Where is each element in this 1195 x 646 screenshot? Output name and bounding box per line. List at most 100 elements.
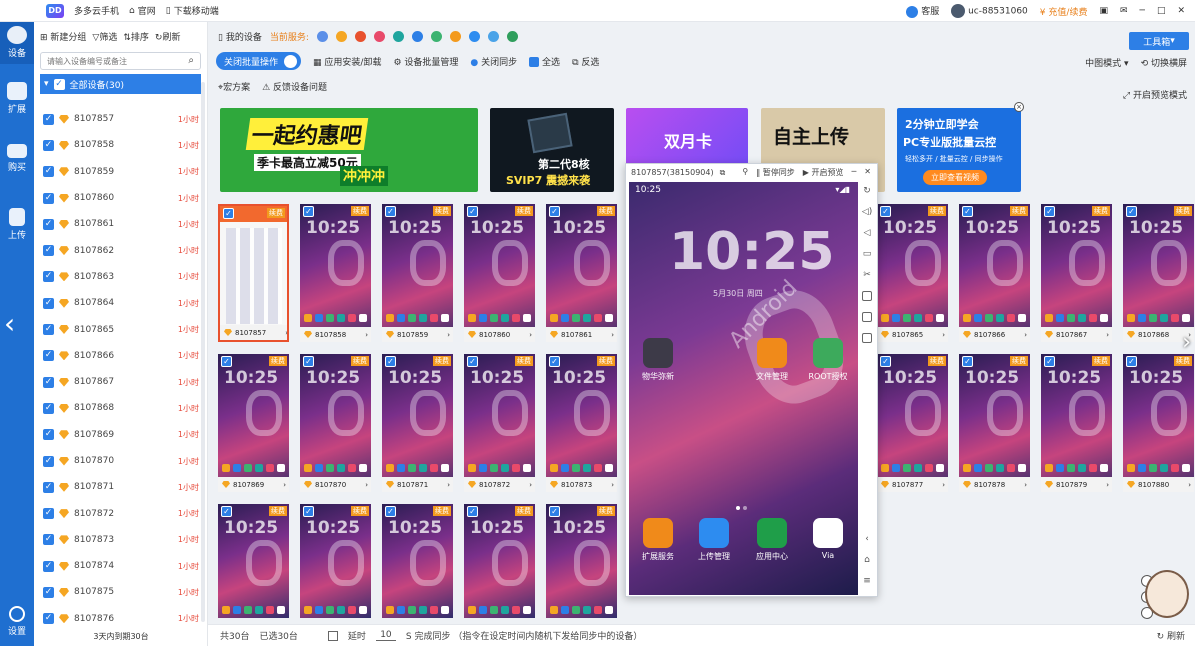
folder-icon[interactable]: ▭ xyxy=(863,249,872,259)
rail-item-upload[interactable]: 上传 xyxy=(0,208,34,241)
device-list-item[interactable]: ✓ 8107869 1小时 xyxy=(40,422,202,448)
device-thumbnail[interactable]: 10:25 ✓ 续费 8107872 › xyxy=(464,354,535,492)
device-thumbnail[interactable]: 10:25 ✓ 续费 8107878 › xyxy=(959,354,1030,492)
device-thumbnail[interactable]: 10:25 ✓ 续费 8107873 › xyxy=(546,354,617,492)
recharge-button[interactable]: ¥ 充值/续费 xyxy=(1040,5,1088,18)
device-checkbox[interactable]: ✓ xyxy=(43,560,54,572)
thumb-checkbox[interactable]: ✓ xyxy=(549,206,560,217)
thumb-checkbox[interactable]: ✓ xyxy=(549,356,560,367)
device-checkbox[interactable]: ✓ xyxy=(43,534,54,546)
toolbox-button[interactable]: 工具箱 ▾ xyxy=(1129,32,1189,50)
search-icon[interactable]: ⌕ xyxy=(188,55,194,66)
service-icon[interactable] xyxy=(316,30,328,42)
device-list-item[interactable]: ✓ 8107861 1小时 xyxy=(40,211,202,237)
renew-badge[interactable]: 续费 xyxy=(1010,356,1028,366)
chevron-right-icon[interactable]: › xyxy=(529,481,535,489)
volume-up-icon[interactable]: ◁) xyxy=(862,207,872,217)
renew-badge[interactable]: 续费 xyxy=(597,356,615,366)
device-list-item[interactable]: ✓ 8107864 1小时 xyxy=(40,290,202,316)
close-sync-button[interactable]: ● 关闭同步 xyxy=(470,55,517,68)
device-list-item[interactable]: ✓ 8107868 1小时 xyxy=(40,395,202,421)
switch-orientation-button[interactable]: ⟲ 切换横屏 xyxy=(1141,56,1187,69)
delay-checkbox[interactable] xyxy=(327,630,338,641)
service-icon[interactable] xyxy=(487,30,499,42)
device-checkbox[interactable]: ✓ xyxy=(43,297,54,309)
renew-badge[interactable]: 续费 xyxy=(597,506,615,516)
banner-close-icon[interactable]: × xyxy=(1014,102,1024,112)
thumb-checkbox[interactable]: ✓ xyxy=(303,356,314,367)
renew-badge[interactable]: 续费 xyxy=(928,356,946,366)
device-checkbox[interactable]: ✓ xyxy=(43,481,54,493)
all-devices-group[interactable]: ▾ ✓ 全部设备(30) xyxy=(40,74,201,94)
device-list-item[interactable]: ✓ 8107872 1小时 xyxy=(40,500,202,526)
pause-sync-button[interactable]: ‖ 暂停同步 xyxy=(756,167,795,178)
renew-badge[interactable]: 续费 xyxy=(515,206,533,216)
sort-button[interactable]: ⇅排序 xyxy=(123,30,149,43)
renew-badge[interactable]: 续费 xyxy=(1174,206,1192,216)
device-thumbnail[interactable]: 10:25 ✓ 续费 xyxy=(382,504,453,618)
chevron-right-icon[interactable]: › xyxy=(1024,481,1030,489)
rail-item-extend[interactable]: 扩展 xyxy=(0,82,34,115)
device-checkbox[interactable]: ✓ xyxy=(43,402,54,414)
home-app[interactable]: 应用中心 xyxy=(749,518,795,562)
thumb-checkbox[interactable]: ✓ xyxy=(221,356,232,367)
home-app[interactable]: 上传管理 xyxy=(691,518,737,562)
macro-button[interactable]: ⌖宏方案 xyxy=(218,80,250,93)
feedback-button[interactable]: ⚠ 反馈设备问题 xyxy=(262,80,327,93)
thumb-checkbox[interactable]: ✓ xyxy=(880,356,891,367)
thumb-checkbox[interactable]: ✓ xyxy=(1126,206,1137,217)
home-app[interactable]: Via xyxy=(805,518,851,560)
device-thumbnail[interactable]: 10:25 ✓ 续费 xyxy=(300,504,371,618)
device-checkbox[interactable]: ✓ xyxy=(43,113,54,125)
renew-badge[interactable]: 续费 xyxy=(515,506,533,516)
promo-banner-5[interactable]: 2分钟立即学会 PC专业版批量云控 轻松多开 / 批量云控 / 同步操作 立即查… xyxy=(897,108,1021,192)
home-icon[interactable]: ⌂ xyxy=(864,555,870,565)
device-list-item[interactable]: ✓ 8107874 1小时 xyxy=(40,553,202,579)
renew-badge[interactable]: 续费 xyxy=(269,506,287,516)
device-checkbox[interactable]: ✓ xyxy=(43,218,54,230)
thumb-checkbox[interactable]: ✓ xyxy=(962,206,973,217)
thumb-checkbox[interactable]: ✓ xyxy=(467,206,478,217)
thumb-checkbox[interactable]: ✓ xyxy=(1044,356,1055,367)
device-checkbox[interactable]: ✓ xyxy=(43,586,54,598)
thumb-checkbox[interactable]: ✓ xyxy=(303,206,314,217)
thumb-checkbox[interactable]: ✓ xyxy=(385,356,396,367)
device-checkbox[interactable]: ✓ xyxy=(43,508,54,520)
device-list-item[interactable]: ✓ 8107873 1小时 xyxy=(40,527,202,553)
device-thumbnail[interactable]: 10:25 ✓ 续费 8107866 › xyxy=(959,204,1030,342)
device-checkbox[interactable]: ✓ xyxy=(43,376,54,388)
thumb-checkbox[interactable]: ✓ xyxy=(385,206,396,217)
device-list-item[interactable]: ✓ 8107862 1小时 xyxy=(40,237,202,263)
renew-badge[interactable]: 续费 xyxy=(597,206,615,216)
chevron-right-icon[interactable]: › xyxy=(285,329,287,337)
thumb-checkbox[interactable]: ✓ xyxy=(549,506,560,517)
device-checkbox[interactable]: ✓ xyxy=(43,192,54,204)
device-thumbnail[interactable]: 10:25 ✓ 续费 8107859 › xyxy=(382,204,453,342)
thumb-checkbox[interactable]: ✓ xyxy=(1044,206,1055,217)
rail-item-devices[interactable]: 设备 xyxy=(0,22,34,64)
back-icon[interactable]: ‹ xyxy=(865,534,869,544)
device-list-scrollbar[interactable] xyxy=(201,82,205,622)
all-devices-checkbox[interactable]: ✓ xyxy=(53,78,65,90)
device-list-item[interactable]: ✓ 8107876 1小时 xyxy=(40,606,202,632)
service-icon[interactable] xyxy=(506,30,518,42)
device-list-item[interactable]: ✓ 8107863 1小时 xyxy=(40,264,202,290)
scissors-icon[interactable]: ✂ xyxy=(863,270,871,280)
chevron-right-icon[interactable]: › xyxy=(1182,330,1191,355)
refresh-button[interactable]: ↻刷新 xyxy=(155,30,181,43)
chevron-right-icon[interactable]: › xyxy=(942,331,948,339)
device-list-item[interactable]: ✓ 8107866 1小时 xyxy=(40,343,202,369)
device-thumbnail[interactable]: 10:25 ✓ 续费 8107867 › xyxy=(1041,204,1112,342)
device-checkbox[interactable]: ✓ xyxy=(43,350,54,362)
chevron-right-icon[interactable]: › xyxy=(1188,481,1194,489)
device-thumbnail[interactable]: 10:25 ✓ 续费 8107865 › xyxy=(877,204,948,342)
service-icon[interactable] xyxy=(468,30,480,42)
device-thumbnail[interactable]: 10:25 ✓ 续费 8107869 › xyxy=(218,354,289,492)
device-thumbnail[interactable]: 10:25 ✓ 续费 xyxy=(464,504,535,618)
device-thumbnail[interactable]: 10:25 ✓ 续费 8107858 › xyxy=(300,204,371,342)
renew-badge[interactable]: 续费 xyxy=(1174,356,1192,366)
service-icon[interactable] xyxy=(392,30,404,42)
thumb-checkbox[interactable]: ✓ xyxy=(223,208,234,219)
device-list-item[interactable]: ✓ 8107859 1小时 xyxy=(40,159,202,185)
device-list-item[interactable]: ✓ 8107870 1小时 xyxy=(40,448,202,474)
